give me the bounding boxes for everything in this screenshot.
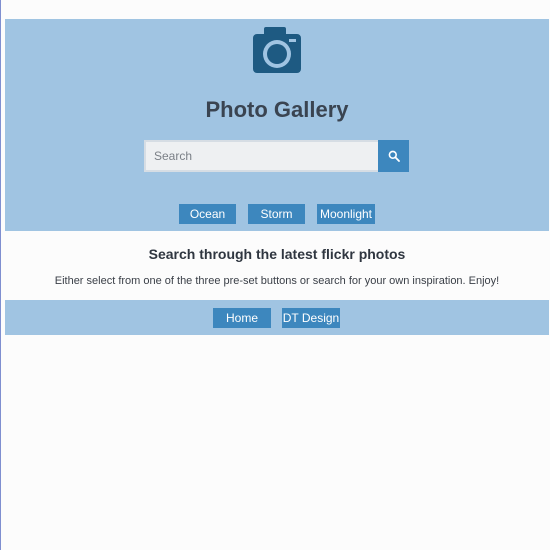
footer-bar: Home DT Design	[5, 300, 549, 335]
search-button[interactable]	[378, 140, 409, 172]
dt-design-button[interactable]: DT Design	[282, 308, 340, 328]
storm-button[interactable]: Storm	[248, 204, 305, 224]
moonlight-button[interactable]: Moonlight	[317, 204, 375, 224]
page-title: Photo Gallery	[205, 97, 349, 122]
intro-text: Either select from one of the three pre-…	[54, 275, 500, 287]
window-edge	[0, 0, 1, 550]
header-banner: Photo Gallery Ocean Storm Moonlight	[5, 19, 549, 231]
search-icon	[388, 150, 400, 162]
intro-heading: Search through the latest flickr photos	[148, 246, 406, 262]
search-bar	[144, 140, 409, 172]
camera-icon	[253, 27, 301, 73]
home-button[interactable]: Home	[213, 308, 271, 328]
ocean-button[interactable]: Ocean	[179, 204, 236, 224]
search-input[interactable]	[144, 140, 378, 172]
